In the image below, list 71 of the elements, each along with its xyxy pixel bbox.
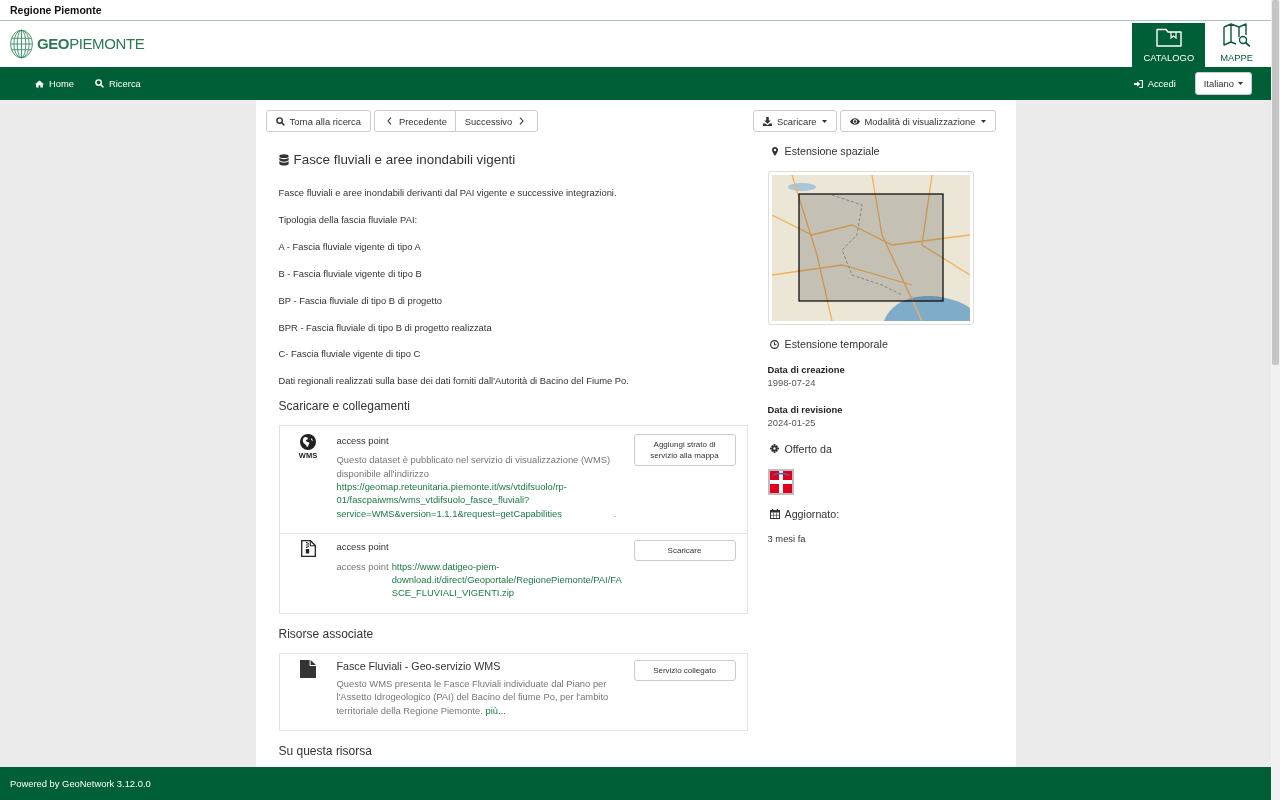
language-dropdown[interactable]: Italiano xyxy=(1194,72,1252,95)
calendar-icon xyxy=(769,508,780,519)
next-button[interactable]: Successivo xyxy=(454,110,539,132)
date-value: 1998-07-24 xyxy=(767,376,817,390)
folder-icon xyxy=(1155,27,1182,47)
download-dropdown[interactable]: Scaricare xyxy=(752,110,837,132)
chevron-left-icon xyxy=(386,117,392,125)
description-paragraph: Dati regionali realizzati sulla base dei dati forniti dall'Autorità di Bacino del Fiume Po. xyxy=(278,374,630,388)
description-paragraph: BPR - Fascia fluviale di tipo B di progetto realizzata xyxy=(278,320,493,334)
file-icon xyxy=(300,659,316,678)
record-title: Fasce fluviali e aree inondabili vigenti xyxy=(293,151,516,169)
date-label: Data di creazione xyxy=(767,363,846,377)
sphere-logo-icon xyxy=(10,29,33,59)
region-name: Regione Piemonte xyxy=(10,4,102,16)
sidebar-heading: Estensione spaziale xyxy=(784,144,880,159)
description-paragraph: Tipologia della fascia fluviale PAI: xyxy=(278,212,419,227)
sidebar-heading: Estensione temporale xyxy=(784,337,888,352)
logo-wordmark: GEOPIEMONTE xyxy=(37,35,145,53)
nav-link[interactable]: Home xyxy=(35,78,74,89)
cross-flag-icon xyxy=(767,468,794,495)
login-link[interactable]: Accedi xyxy=(1133,78,1176,89)
back-to-search-button[interactable]: Torna alla ricerca xyxy=(265,110,371,132)
resource-title: Fasce Fluviali - Geo-servizio WMS xyxy=(336,659,502,672)
description-paragraph: A - Fascia fluviale vigente di tipo A xyxy=(278,239,422,254)
link-description: access point xyxy=(336,559,389,573)
globe-icon xyxy=(300,433,316,450)
description-paragraph: C- Fascia fluviale vigente di tipo C xyxy=(278,347,422,361)
caret-icon xyxy=(821,119,827,123)
pin-icon xyxy=(771,146,778,156)
description-paragraph: BP - Fascia fluviale di tipo B di progetto xyxy=(278,293,443,308)
app-tab[interactable]: CATALOGO xyxy=(1132,23,1206,67)
sign-in-icon xyxy=(1133,79,1143,88)
nav-link[interactable]: Ricerca xyxy=(95,78,141,89)
linked-service-button[interactable]: Servizio collegato xyxy=(633,659,736,681)
link-description: Questo dataset è pubblicato nel servizio di visualizzazione (WMS) disponibile all'indirizzo https://geomap.reteunitaria.piemonte.it/ws/vtdifsuolo/rp-01/fascpaiwms/wms_vtdifsuolo_fasce_fluviali?service=WMS&version=1.1.1&request=getCapabilities . xyxy=(336,453,618,521)
caret-icon xyxy=(1238,82,1243,85)
chevron-right-icon xyxy=(519,117,525,125)
url-link[interactable]: https://geomap.reteunitaria.piemonte.it/ws/vtdifsuolo/rp-01/fascpaiwms/wms_vtdifsuolo_fasce_fluviali?service=WMS&version=1.1.1&request=getCapabilities xyxy=(336,479,614,521)
date-value: 2024-01-25 xyxy=(767,416,817,430)
download-icon xyxy=(762,116,772,126)
caret-icon xyxy=(980,119,986,123)
previous-button[interactable]: Precedente xyxy=(373,110,456,132)
date-label: Data di revisione xyxy=(767,402,844,417)
scrollbar-thumb[interactable] xyxy=(1272,0,1279,365)
section-heading: Scaricare e collegamenti xyxy=(278,397,411,414)
link-title: access point xyxy=(336,433,390,448)
more-link[interactable]: più... xyxy=(485,704,506,716)
map-search-icon xyxy=(1222,23,1251,47)
eye-icon xyxy=(849,117,860,125)
updated-value: 3 mesi fa xyxy=(767,531,807,546)
url-link[interactable]: https://www.datigeo-piem-download.it/direct/Geoportale/RegionePiemonte/PAI/FASCE_FLUVIALI_VIGENTI.zip xyxy=(391,559,624,600)
view-mode-dropdown[interactable]: Modalità di visualizzazione xyxy=(839,110,996,132)
home-icon xyxy=(35,79,44,88)
gear-icon xyxy=(770,444,779,454)
section-heading: Risorse associate xyxy=(278,625,375,642)
zip-file-icon xyxy=(300,540,316,558)
description-paragraph: B - Fascia fluviale vigente di tipo B xyxy=(278,266,423,281)
section-heading: Su questa risorsa xyxy=(278,743,373,760)
app-tab[interactable]: MAPPE xyxy=(1209,23,1264,67)
search-icon xyxy=(275,116,285,126)
resource-description: Questo WMS presenta le Fasce Fluviali individuate dal Piano per l'Assetto Idrogeologico (PAI) del Bacino del fiume Po, per l'ambito territoriale della Regione Piemonte. più... xyxy=(336,676,610,718)
description-paragraph: Fasce fluviali e aree inondabili derivanti dal PAI vigente e successive integrazioni. xyxy=(278,186,618,200)
link-title: access point xyxy=(336,540,390,554)
link-action-button[interactable]: Aggiungi strato di servizio alla mappa xyxy=(633,433,736,466)
footer-credit: Powered by GeoNetwork 3.12.0.0 xyxy=(10,778,151,789)
sidebar-heading: Offerto da xyxy=(784,441,832,457)
search-icon xyxy=(95,79,104,88)
clock-icon xyxy=(770,339,779,349)
sidebar-heading: Aggiornato: xyxy=(784,506,840,522)
link-action-button[interactable]: Scaricare xyxy=(633,540,736,562)
database-icon xyxy=(278,154,289,166)
